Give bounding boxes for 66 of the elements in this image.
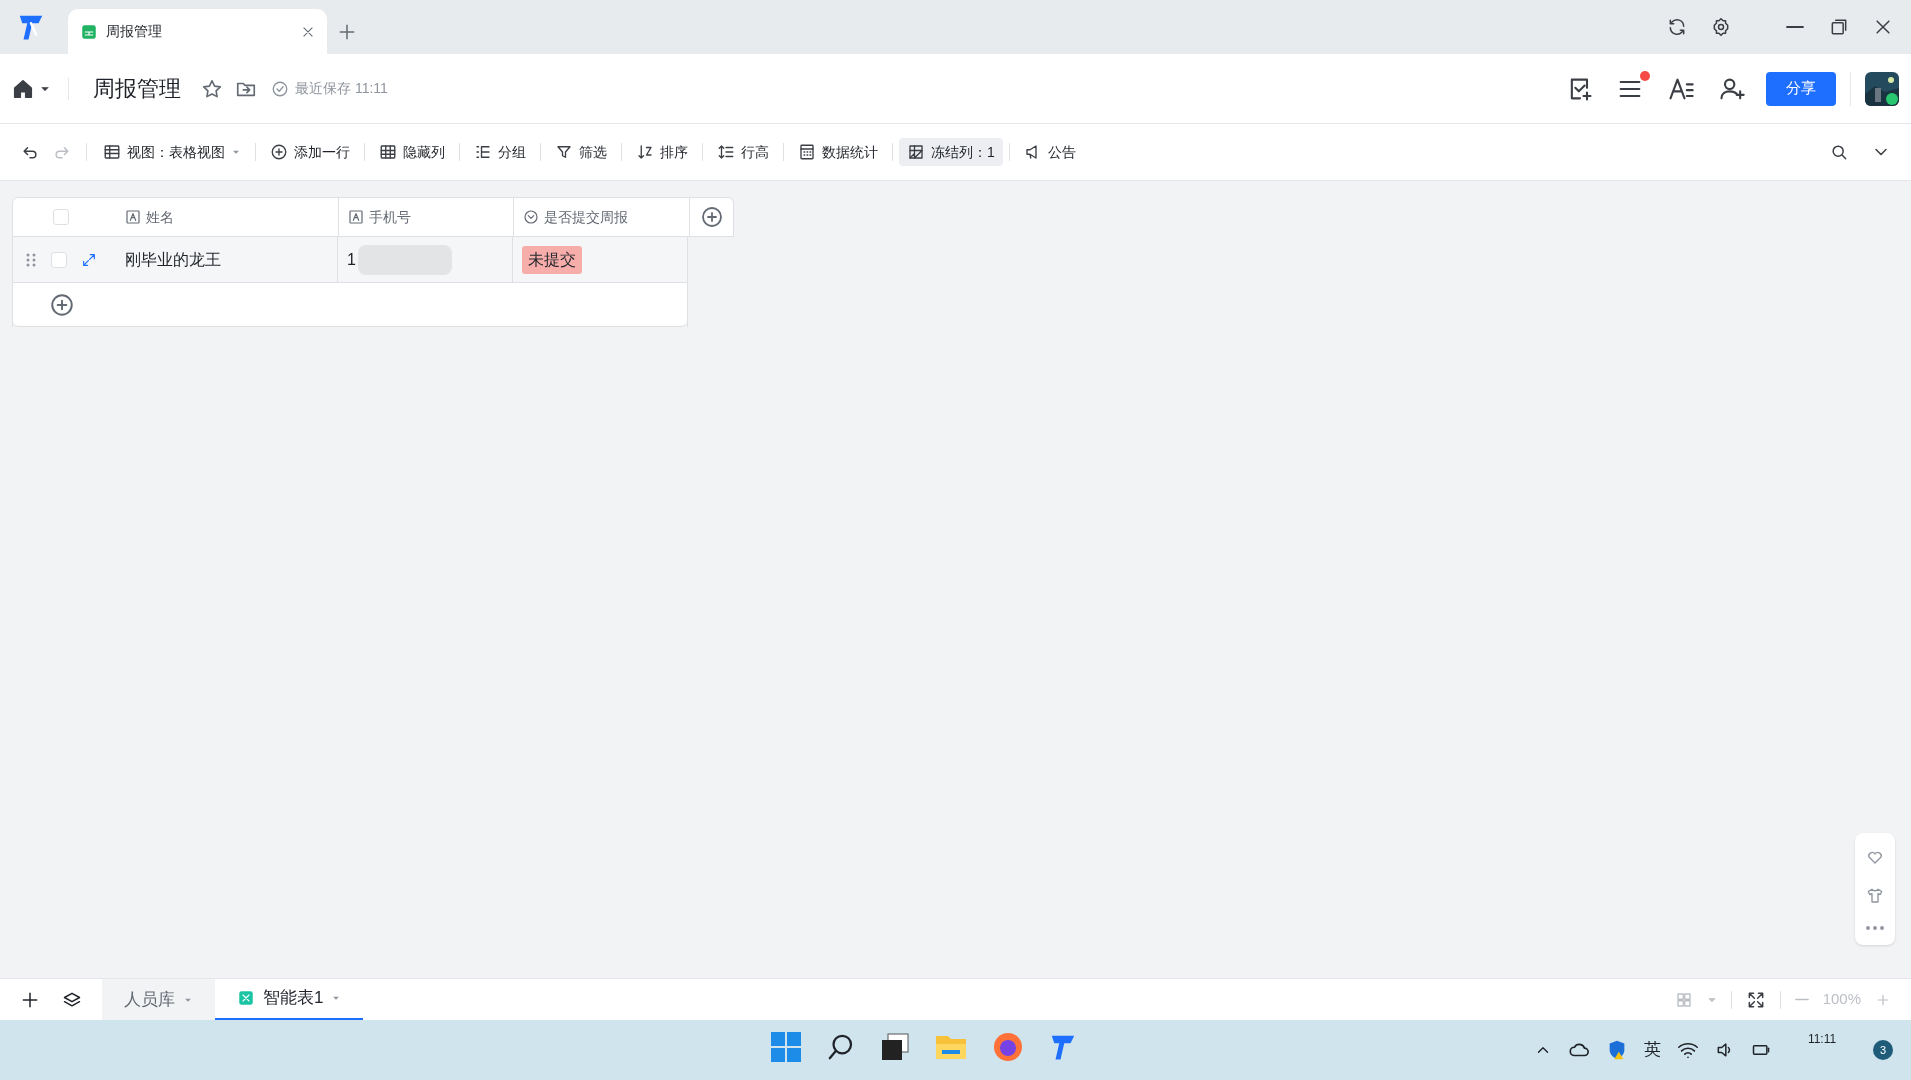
tab-label: 周报管理 (106, 22, 163, 41)
close-icon (301, 24, 315, 39)
freeze-grid-icon (907, 143, 925, 161)
grid-view-icon (1674, 990, 1693, 1009)
row-height-icon (717, 143, 735, 161)
check-circle-icon (271, 79, 289, 98)
toolbar-button[interactable]: 数据统计 (790, 138, 886, 166)
drag-handle-icon (25, 251, 37, 268)
plus-circle-icon (270, 143, 288, 161)
column-header[interactable]: 姓名 (116, 198, 338, 236)
toolbar-button[interactable]: 行高 (709, 138, 777, 166)
restore-icon (1829, 17, 1849, 37)
more-icon (1866, 926, 1884, 931)
toolbar-button[interactable]: 分组 (466, 138, 534, 166)
start-icon[interactable] (770, 1031, 802, 1063)
settings-icon (1711, 17, 1731, 37)
search-icon (1829, 142, 1849, 162)
document-title: 周报管理 (93, 75, 181, 103)
toolbar-button[interactable]: 排序 (628, 138, 696, 166)
sheet-icon (80, 22, 98, 41)
table-icon (103, 143, 121, 161)
column-header[interactable]: 是否提交周报 (513, 198, 689, 236)
table-cell-text: 刚毕业的龙王 (124, 249, 221, 270)
group-list-icon (474, 143, 492, 161)
zoom-level: 100% (1822, 989, 1861, 1010)
zoom-out-icon (1794, 998, 1809, 1001)
toolbar-button[interactable]: 冻结列：1 (899, 138, 1003, 166)
toolbar-button[interactable]: 筛选 (547, 138, 615, 166)
input-method-indicator[interactable]: 英 (1644, 1037, 1661, 1063)
sync-icon (1667, 17, 1687, 37)
notification-badge[interactable]: 3 (1873, 1040, 1893, 1060)
sheet-tab[interactable]: 人员库 (102, 978, 215, 1021)
table-cell-text: 1 (347, 249, 356, 270)
grid-icon (379, 143, 397, 161)
smart-sheet-icon (237, 989, 255, 1007)
toolbar-button[interactable]: 隐藏列 (371, 138, 453, 166)
toolbar-button[interactable]: 公告 (1015, 138, 1084, 166)
dropdown-circle-icon (523, 209, 539, 225)
minimize-icon (1785, 25, 1805, 29)
status-tag: 未提交 (521, 245, 582, 274)
add-column-icon (699, 205, 724, 229)
toolbar-button[interactable]: 视图：表格视图 (95, 138, 249, 166)
plus-circle-icon (49, 291, 75, 318)
shirt-icon (1866, 887, 1884, 905)
sort-icon (636, 143, 654, 161)
text-field-icon (125, 209, 141, 225)
expand-icon (81, 251, 97, 268)
home-button[interactable] (12, 77, 69, 100)
avatar[interactable] (1865, 71, 1899, 106)
share-button[interactable]: 分享 (1766, 71, 1836, 106)
select-all-checkbox[interactable] (53, 209, 69, 225)
filter-icon (555, 143, 573, 161)
add-row-button[interactable] (49, 291, 75, 318)
clock[interactable]: 11:11 (1787, 1030, 1857, 1048)
star-icon (201, 77, 223, 100)
column-header[interactable]: 手机号 (338, 198, 513, 236)
toolbar-button[interactable]: 添加一行 (262, 138, 358, 166)
save-status: 最近保存 11:11 (295, 79, 388, 98)
task-view-icon[interactable] (880, 1032, 910, 1062)
calculator-icon (798, 143, 816, 161)
browser-icon[interactable] (992, 1031, 1024, 1063)
table-row[interactable]: 刚毕业的龙王 1 未提交 (13, 237, 687, 283)
row-checkbox[interactable] (51, 251, 67, 268)
text-field-icon (348, 209, 364, 225)
document-tab[interactable]: 周报管理 (68, 9, 327, 54)
home-icon (12, 77, 34, 100)
